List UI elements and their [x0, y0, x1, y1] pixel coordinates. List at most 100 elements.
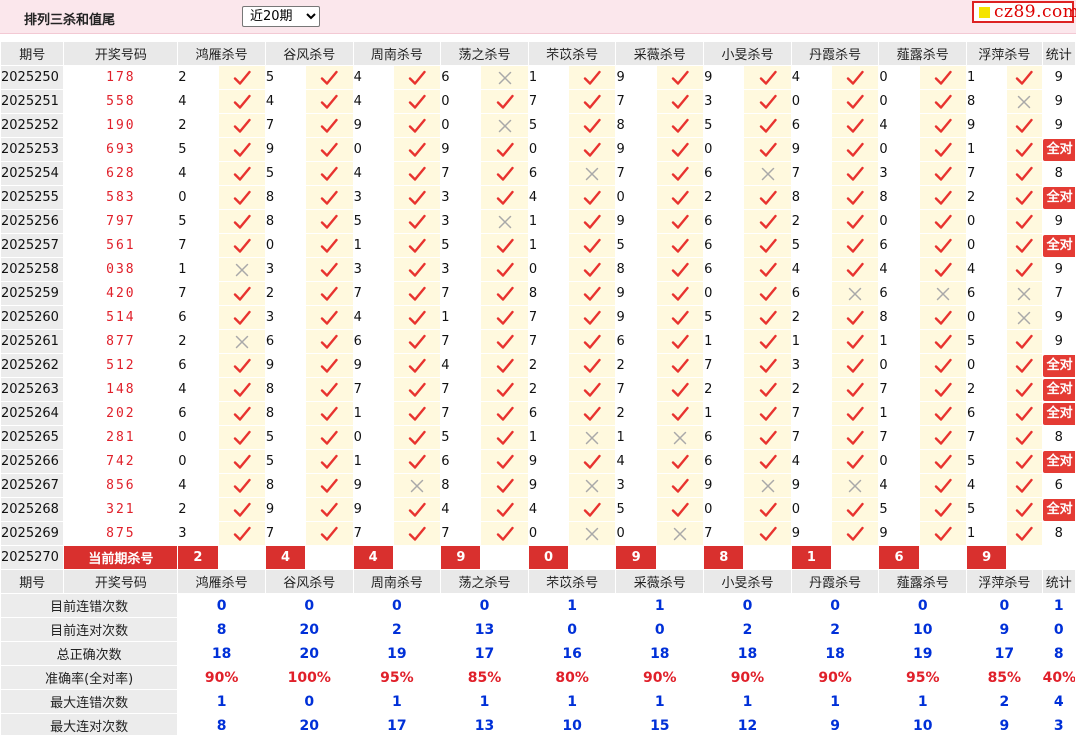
kill-number-cell: 5 — [615, 233, 657, 258]
period-select[interactable]: 近20期 — [242, 6, 320, 27]
check-icon — [408, 142, 426, 157]
kill-number-cell: 2 — [177, 497, 219, 522]
summary-value: 18 — [177, 641, 266, 666]
kill-number-cell: 9 — [615, 137, 657, 162]
site-logo[interactable]: cz89.com — [972, 1, 1076, 23]
kill-number-cell: 7 — [703, 353, 745, 378]
check-icon — [321, 430, 339, 445]
kill-number-cell: 2 — [264, 281, 307, 306]
check-icon — [1016, 334, 1034, 349]
check-icon — [233, 94, 251, 109]
result-cell — [655, 473, 705, 498]
check-icon — [408, 454, 426, 469]
table-row: 2025267 856 4 8 9 8 9 3 9 9 4 4 6 — [0, 473, 1076, 498]
check-icon — [321, 310, 339, 325]
draw-number-cell: 558 — [63, 89, 179, 114]
kill-number-cell: 1 — [352, 233, 394, 258]
period-cell: 2025256 — [0, 209, 65, 234]
all-correct-badge: 全对 — [1043, 234, 1075, 257]
kill-number-cell: 0 — [966, 353, 1008, 378]
kill-number-cell: 0 — [177, 185, 219, 210]
col-header-expert: 浮萍杀号 — [966, 41, 1043, 66]
check-icon — [671, 214, 689, 229]
summary-row: 最大连对次数 8 20 17 13 10 15 12 9 10 9 3 — [0, 713, 1076, 735]
check-icon — [584, 238, 601, 253]
col-header-stat: 统计 — [1041, 569, 1076, 594]
result-cell — [831, 281, 880, 306]
kill-number-cell: 0 — [527, 521, 570, 546]
period-cell: 2025252 — [0, 113, 65, 138]
check-icon — [759, 142, 777, 157]
kill-number-cell: 6 — [264, 329, 307, 354]
kill-number-cell: 2 — [966, 377, 1008, 402]
check-icon — [496, 190, 514, 205]
result-cell — [918, 329, 968, 354]
kill-number-cell: 0 — [177, 425, 219, 450]
summary-total: 40% — [1041, 665, 1076, 690]
result-cell — [1006, 329, 1043, 354]
result-cell — [217, 209, 266, 234]
check-icon — [847, 406, 864, 421]
check-icon — [233, 118, 251, 133]
stat-cell: 全对 — [1041, 449, 1076, 474]
check-icon — [408, 334, 426, 349]
result-cell — [743, 329, 792, 354]
period-cell: 2025265 — [0, 425, 65, 450]
draw-number-cell: 190 — [63, 113, 179, 138]
summary-value: 0 — [352, 593, 442, 618]
table-row: 2025255 583 0 8 3 3 4 0 2 8 8 2 全对 — [0, 185, 1076, 210]
check-icon — [671, 166, 689, 181]
kill-number-cell: 0 — [790, 89, 833, 114]
stat-cell: 9 — [1041, 65, 1076, 90]
check-icon — [496, 382, 514, 397]
kill-number-cell: 5 — [440, 425, 482, 450]
kill-number-cell: 8 — [615, 257, 657, 282]
summary-label: 总正确次数 — [0, 641, 179, 666]
kill-number-cell: 2 — [790, 305, 833, 330]
check-icon — [934, 382, 952, 397]
check-icon — [233, 478, 251, 493]
result-cell — [568, 305, 617, 330]
kill-number-cell: 1 — [177, 257, 219, 282]
result-cell — [831, 65, 880, 90]
summary-value: 1 — [615, 689, 705, 714]
summary-row: 准确率(全对率) 90% 100% 95% 85% 80% 90% 90% 90% 95% 85% 4… — [0, 665, 1076, 690]
check-icon — [759, 406, 777, 421]
kill-number-cell: 6 — [177, 401, 219, 426]
check-icon — [1016, 454, 1034, 469]
summary-value: 2 — [966, 689, 1043, 714]
current-kill-number: 9 — [615, 545, 657, 570]
check-icon — [233, 430, 251, 445]
result-cell — [568, 401, 617, 426]
kill-number-cell: 1 — [966, 65, 1008, 90]
kill-number-cell: 1 — [703, 401, 745, 426]
result-cell — [480, 113, 529, 138]
check-icon — [671, 382, 689, 397]
result-cell — [392, 113, 442, 138]
kill-number-cell: 7 — [790, 161, 833, 186]
kill-number-cell: 4 — [527, 497, 570, 522]
check-icon — [847, 526, 864, 541]
kill-number-cell: 7 — [527, 329, 570, 354]
result-cell — [918, 401, 968, 426]
check-icon — [847, 310, 864, 325]
period-cell: 2025268 — [0, 497, 65, 522]
cross-icon — [498, 215, 511, 228]
result-cell — [392, 521, 442, 546]
col-header-expert: 小旻杀号 — [703, 569, 792, 594]
result-cell — [1006, 233, 1043, 258]
table-row: 2025264 202 6 8 1 7 6 2 1 7 1 6 全对 — [0, 401, 1076, 426]
summary-value: 1 — [352, 689, 442, 714]
result-cell — [831, 137, 880, 162]
kill-number-cell: 6 — [878, 281, 920, 306]
check-icon — [934, 430, 952, 445]
col-header-draw: 开奖号码 — [63, 569, 179, 594]
kill-number-cell: 2 — [177, 113, 219, 138]
check-icon — [321, 454, 339, 469]
summary-value: 19 — [878, 641, 968, 666]
check-icon — [671, 94, 689, 109]
kill-number-cell: 5 — [615, 497, 657, 522]
cross-icon — [848, 479, 862, 492]
kill-number-cell: 4 — [440, 497, 482, 522]
stat-cell: 全对 — [1041, 377, 1076, 402]
